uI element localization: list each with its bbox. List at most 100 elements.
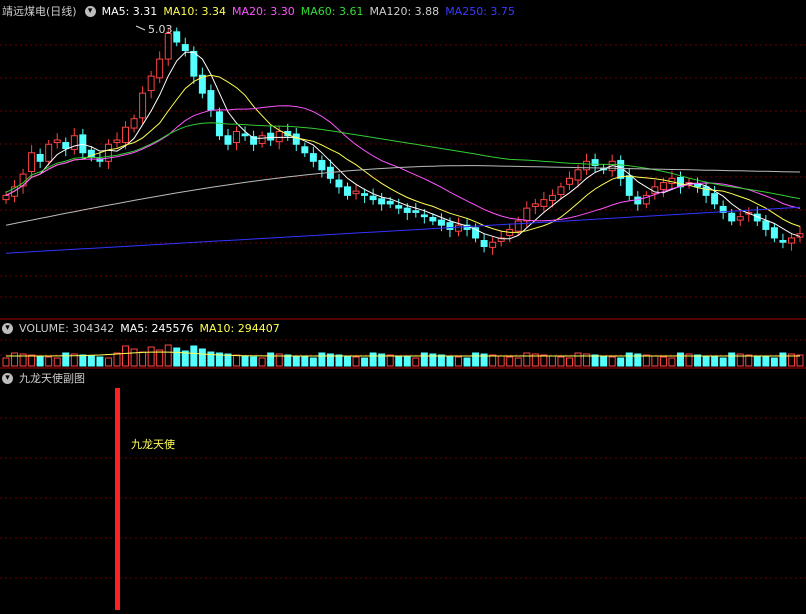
candle-body	[403, 207, 411, 213]
volume-bar	[164, 344, 172, 367]
candle-body	[728, 212, 736, 222]
volume-bar	[446, 355, 454, 367]
volume-bar	[139, 351, 147, 367]
volume-bar	[79, 354, 87, 367]
candle-body	[565, 177, 573, 185]
volume-bar	[711, 356, 719, 367]
volume-bar	[292, 355, 300, 367]
candle-body	[224, 135, 232, 145]
volume-bar	[344, 355, 351, 367]
volume-bar	[762, 356, 770, 367]
volume-bar	[173, 347, 181, 367]
volume-bar	[557, 356, 565, 367]
volume-bar	[514, 357, 522, 367]
volume-bar	[241, 355, 249, 367]
candle-body	[369, 195, 377, 201]
volume-bars	[2, 344, 804, 367]
candle-body	[514, 220, 522, 232]
candle-body	[292, 133, 300, 145]
volume-bar	[770, 357, 778, 367]
volume-bar	[617, 357, 625, 367]
candle-body	[267, 132, 275, 141]
candle-body	[352, 190, 360, 195]
volume-bar	[113, 352, 121, 367]
volume-bar	[11, 352, 19, 367]
candle-body	[130, 118, 138, 129]
candle-body	[344, 186, 351, 196]
volume-bar	[719, 357, 727, 367]
volume-bar	[403, 356, 411, 367]
volume-bar	[506, 356, 514, 367]
candle-body	[694, 183, 702, 188]
volume-bar	[608, 356, 616, 367]
volume-bar	[651, 355, 659, 367]
signal-bar	[115, 388, 120, 610]
candle-body	[309, 153, 317, 162]
candle-body	[335, 179, 343, 188]
volume-bar	[600, 355, 608, 367]
subchart-signal-label: 九龙天使	[131, 438, 175, 451]
volume-bar	[258, 357, 266, 367]
candle-body	[787, 237, 795, 244]
kline-chart: 5.03	[0, 23, 806, 610]
volume-bar	[745, 354, 753, 367]
volume-bar	[301, 356, 309, 367]
candle-body	[711, 193, 719, 205]
volume-bar	[668, 357, 676, 367]
candle-body	[318, 159, 326, 171]
volume-bar	[395, 355, 403, 367]
candle-body	[62, 142, 70, 150]
volume-bar	[36, 355, 44, 367]
ma250-line	[5, 206, 801, 254]
volume-bar	[233, 354, 241, 367]
candle-body	[531, 203, 539, 207]
volume-bar	[625, 352, 633, 367]
volume-bar	[779, 352, 787, 367]
candle-body	[139, 92, 147, 119]
candle-body	[437, 219, 445, 226]
candle-body	[455, 224, 462, 232]
volume-bar	[420, 352, 428, 367]
candle-body	[258, 135, 266, 144]
candle-body	[122, 126, 130, 144]
candle-body	[702, 186, 710, 196]
volume-bar	[386, 354, 394, 367]
candle-body	[275, 130, 283, 143]
volume-bar	[455, 356, 462, 367]
candle-body	[583, 160, 591, 171]
volume-bar	[53, 357, 61, 367]
candle-body	[429, 217, 437, 222]
candle-body	[659, 182, 667, 190]
candle-body	[540, 199, 548, 207]
candle-body	[156, 58, 164, 79]
peak-pointer	[135, 25, 146, 31]
volume-bar	[122, 345, 130, 367]
volume-bar	[284, 354, 292, 367]
volume-bar	[96, 356, 104, 367]
candle-body	[147, 75, 155, 92]
candle-body	[190, 50, 198, 77]
signal-bar	[115, 388, 120, 610]
candle-body	[625, 175, 633, 196]
candle-body	[164, 33, 172, 60]
volume-bar	[190, 345, 198, 367]
volume-bar	[753, 355, 761, 367]
volume-bar	[463, 357, 471, 367]
volume-bar	[147, 346, 155, 367]
candle-body	[207, 90, 215, 111]
volume-bar	[728, 352, 736, 367]
candle-body	[489, 241, 497, 248]
volume-bar	[318, 352, 326, 367]
grid-lines	[0, 44, 806, 579]
volume-bar	[642, 354, 650, 367]
volume-bar	[2, 357, 10, 367]
candle-body	[378, 198, 386, 205]
volume-bar	[694, 354, 702, 367]
candle-body	[548, 194, 556, 201]
volume-bar	[796, 354, 804, 367]
candle-body	[480, 240, 488, 247]
candle-body	[420, 214, 428, 218]
candle-body	[233, 130, 241, 144]
volume-bar	[574, 352, 582, 367]
candle-body	[241, 133, 249, 137]
